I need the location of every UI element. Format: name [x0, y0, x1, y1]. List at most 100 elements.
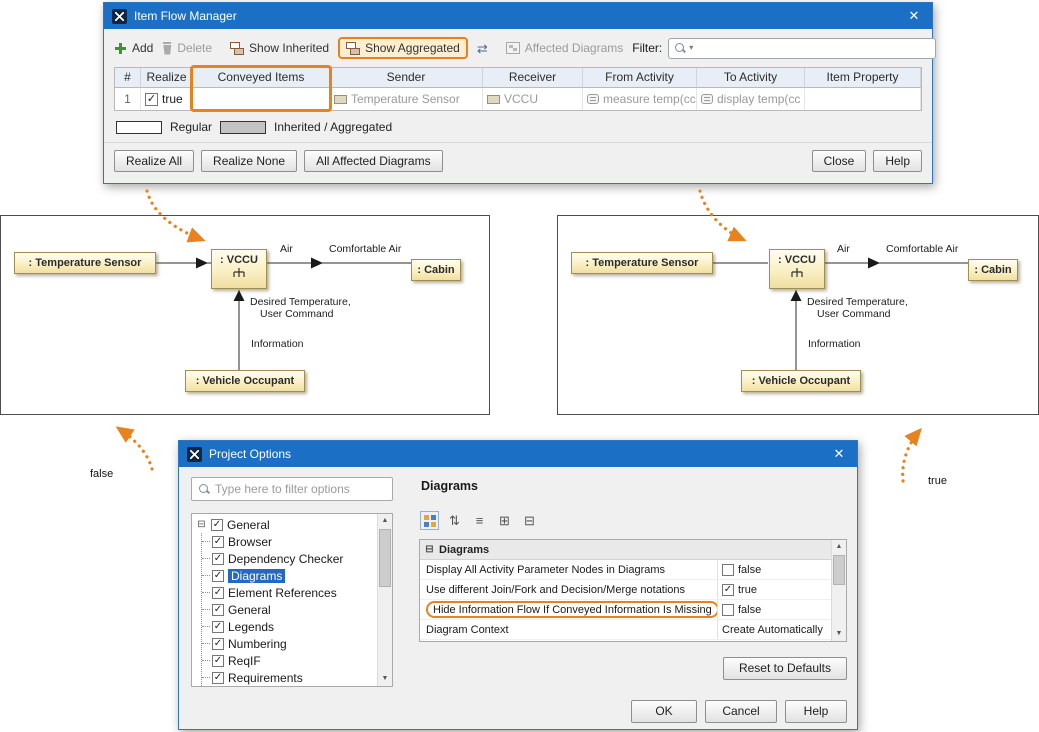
column-header-conveyed-items[interactable]: Conveyed Items — [193, 68, 330, 88]
checkbox-icon[interactable]: ✓ — [722, 584, 734, 596]
window-title: Item Flow Manager — [134, 9, 237, 23]
realize-cell[interactable]: ✓ true — [141, 88, 193, 110]
user-command-label: User Command — [260, 308, 334, 320]
collapse-icon[interactable]: ⊟ — [424, 544, 435, 555]
column-header-number[interactable]: # — [115, 68, 141, 88]
legend-inherited-swatch — [220, 121, 266, 134]
tree-item-general-root[interactable]: ⊟ ✓ General — [196, 516, 377, 533]
column-header-receiver[interactable]: Receiver — [483, 68, 583, 88]
item-flow-arrowhead — [791, 290, 802, 301]
arrow-from-true — [903, 430, 920, 481]
close-button[interactable]: Close — [812, 150, 867, 172]
cabin-part: : Cabin — [968, 259, 1018, 281]
options-filter-input[interactable] — [215, 482, 386, 496]
magicdraw-logo-icon — [112, 9, 127, 24]
row-number-cell: 1 — [115, 88, 141, 110]
collapse-icon[interactable]: ⊟ — [196, 519, 207, 530]
tree-scrollbar[interactable]: ▲ ▼ — [377, 514, 392, 686]
affected-diagrams-button[interactable]: Affected Diagrams — [506, 41, 624, 55]
search-icon — [674, 42, 686, 54]
realize-all-button[interactable]: Realize All — [114, 150, 194, 172]
item-flow-arrowhead — [868, 258, 880, 269]
add-button[interactable]: Add — [114, 41, 153, 55]
legend: Regular Inherited / Aggregated — [116, 120, 920, 134]
checkbox-icon[interactable] — [722, 564, 734, 576]
cancel-button[interactable]: Cancel — [705, 700, 777, 723]
property-group-header[interactable]: ⊟ Diagrams — [420, 540, 831, 560]
option-row-hide-information-flow[interactable]: Hide Information Flow If Conveyed Inform… — [420, 600, 831, 620]
close-icon[interactable]: ✕ — [827, 443, 851, 465]
filter-box: Filter: ▾ — [632, 38, 936, 59]
collapse-all-icon[interactable]: ⊟ — [520, 511, 539, 530]
ok-button[interactable]: OK — [631, 700, 697, 723]
categorized-view-icon[interactable] — [420, 511, 439, 530]
scroll-up-icon[interactable]: ▲ — [378, 514, 392, 528]
reset-to-defaults-button[interactable]: Reset to Defaults — [723, 657, 847, 680]
checkbox-icon[interactable]: ✓ — [212, 672, 224, 684]
add-icon — [114, 42, 127, 55]
column-header-from-activity[interactable]: From Activity — [583, 68, 697, 88]
inherited-icon — [230, 42, 244, 55]
comfortable-air-label: Comfortable Air — [329, 243, 401, 255]
option-row-display-parameter-nodes[interactable]: Display All Activity Parameter Nodes in … — [420, 560, 831, 580]
checkbox-icon[interactable] — [722, 604, 734, 616]
checkbox-icon[interactable]: ✓ — [212, 604, 224, 616]
show-inherited-button[interactable]: Show Inherited — [230, 41, 329, 55]
realize-checkbox[interactable]: ✓ — [145, 93, 158, 106]
checkbox-icon[interactable]: ✓ — [212, 570, 224, 582]
options-property-table: ⊟ Diagrams Display All Activity Paramete… — [419, 539, 847, 642]
all-affected-diagrams-button[interactable]: All Affected Diagrams — [304, 150, 443, 172]
column-header-item-property[interactable]: Item Property — [805, 68, 921, 88]
checkbox-icon[interactable]: ✓ — [212, 553, 224, 565]
swap-icon: ⇄ — [477, 42, 488, 55]
conveyed-items-cell[interactable] — [193, 88, 330, 110]
checkbox-icon[interactable]: ✓ — [212, 621, 224, 633]
scrollbar-thumb[interactable] — [833, 555, 845, 585]
delete-button[interactable]: Delete — [162, 41, 212, 55]
checkbox-icon[interactable]: ✓ — [212, 536, 224, 548]
checkbox-icon[interactable]: ✓ — [212, 638, 224, 650]
tree-item-reqif[interactable]: ✓ ReqIF — [202, 652, 377, 669]
activity-icon — [587, 94, 599, 104]
expand-all-icon[interactable]: ⊞ — [495, 511, 514, 530]
property-table-scrollbar[interactable]: ▲ ▼ — [831, 540, 846, 641]
tree-item-dependency-checker[interactable]: ✓ Dependency Checker — [202, 550, 377, 567]
item-flow-arrowhead — [234, 290, 245, 301]
tree-item-numbering[interactable]: ✓ Numbering — [202, 635, 377, 652]
hide-information-flow-annotation-box: Hide Information Flow If Conveyed Inform… — [426, 601, 718, 618]
project-options-window: Project Options ✕ Diagrams ⊟ ✓ General — [178, 440, 858, 730]
checkbox-icon[interactable]: ✓ — [211, 519, 223, 531]
checkbox-icon[interactable]: ✓ — [212, 655, 224, 667]
filter-label: Filter: — [632, 41, 662, 55]
option-row-diagram-context[interactable]: Diagram Context Create Automatically — [420, 620, 831, 640]
filter-input[interactable] — [696, 41, 930, 55]
show-description-icon[interactable]: ≡ — [470, 511, 489, 530]
tree-item-diagrams[interactable]: ✓ Diagrams — [202, 567, 377, 584]
column-header-realize[interactable]: Realize — [141, 68, 193, 88]
help-button[interactable]: Help — [873, 150, 922, 172]
options-panel-title: Diagrams — [421, 479, 478, 493]
realize-none-button[interactable]: Realize None — [201, 150, 297, 172]
link-selection-button[interactable]: ⇄ — [477, 42, 488, 55]
show-aggregated-button[interactable]: Show Aggregated — [346, 41, 460, 55]
tree-item-browser[interactable]: ✓ Browser — [202, 533, 377, 550]
item-property-cell[interactable] — [805, 88, 921, 110]
column-header-to-activity[interactable]: To Activity — [697, 68, 805, 88]
scroll-up-icon[interactable]: ▲ — [832, 540, 846, 554]
scroll-down-icon[interactable]: ▼ — [378, 672, 392, 686]
scrollbar-thumb[interactable] — [379, 529, 391, 587]
information-label: Information — [251, 338, 304, 350]
column-header-sender[interactable]: Sender — [330, 68, 483, 88]
help-button[interactable]: Help — [785, 700, 847, 723]
tree-item-general[interactable]: ✓ General — [202, 601, 377, 618]
tree-item-requirements[interactable]: ✓ Requirements — [202, 669, 377, 686]
item-flow-manager-titlebar: Item Flow Manager ✕ — [104, 3, 932, 29]
legend-regular-label: Regular — [170, 120, 212, 134]
tree-item-element-references[interactable]: ✓ Element References — [202, 584, 377, 601]
close-icon[interactable]: ✕ — [902, 5, 926, 27]
checkbox-icon[interactable]: ✓ — [212, 587, 224, 599]
option-row-join-fork-notations[interactable]: Use different Join/Fork and Decision/Mer… — [420, 580, 831, 600]
sort-alphabetically-icon[interactable]: ⇅ — [445, 511, 464, 530]
tree-item-legends[interactable]: ✓ Legends — [202, 618, 377, 635]
scroll-down-icon[interactable]: ▼ — [832, 627, 846, 641]
